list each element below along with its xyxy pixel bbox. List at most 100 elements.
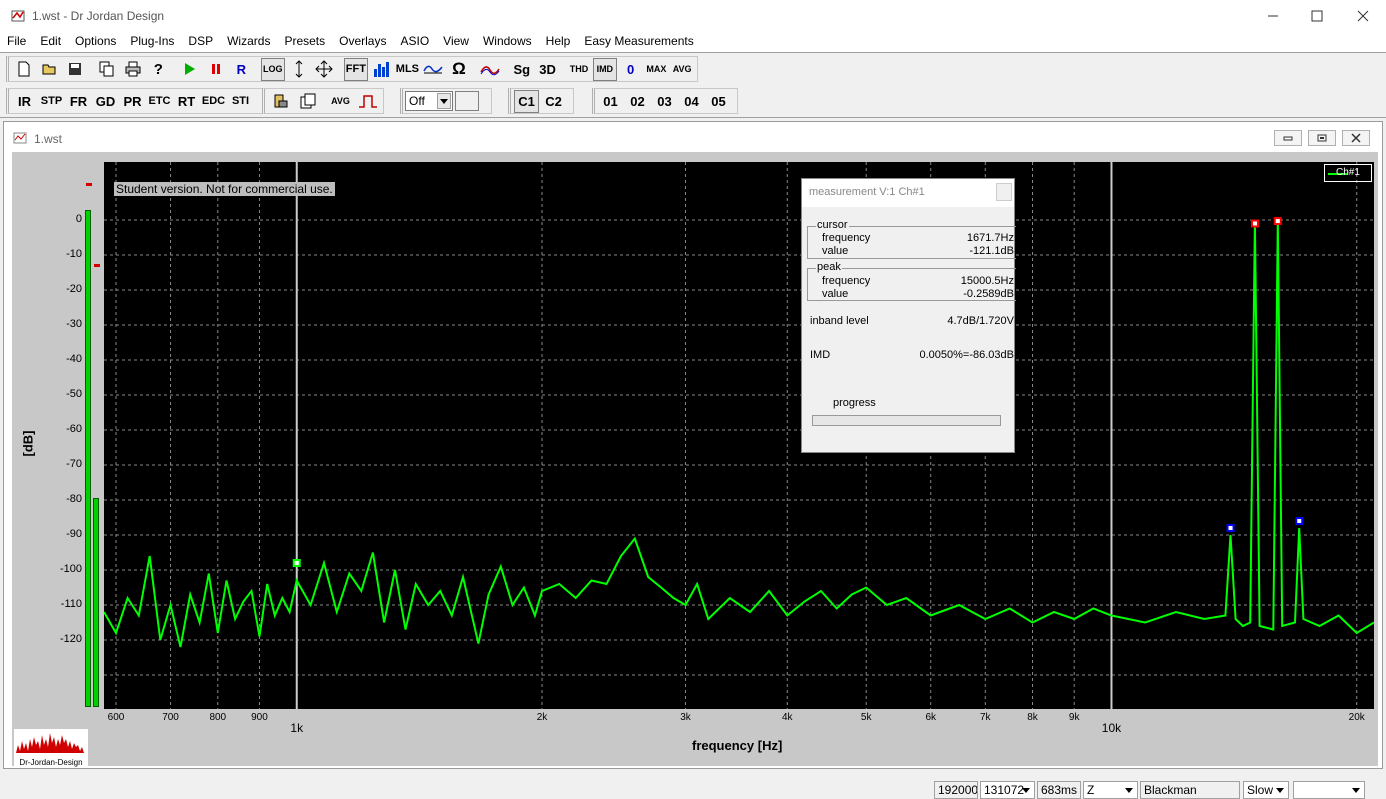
pan-button[interactable] [312, 58, 336, 81]
cursor-value: -121.1dB [969, 245, 1014, 257]
average-button[interactable]: AVG [328, 90, 353, 113]
windows-button[interactable] [295, 90, 320, 113]
pause-button[interactable] [204, 58, 228, 81]
y-tick-label: -40 [66, 353, 82, 365]
menu-dsp[interactable]: DSP [188, 32, 219, 52]
channel-1-button[interactable]: C1 [514, 89, 539, 113]
impedance-button[interactable]: Ω [447, 58, 471, 81]
windows-icon [300, 93, 315, 109]
inband-level-value: 4.7dB/1.720V [947, 315, 1014, 327]
chevron-down-icon [1273, 783, 1287, 797]
menu-easy-measurements[interactable]: Easy Measurements [584, 32, 699, 52]
ir-button[interactable]: IR [12, 90, 37, 113]
window-title: 1.wst - Dr Jordan Design [32, 9, 165, 23]
sti-button[interactable]: STI [228, 90, 253, 113]
imd-button[interactable]: IMD [592, 57, 617, 81]
gate-button[interactable] [355, 90, 380, 113]
maximize-button[interactable] [1294, 0, 1340, 32]
menu-wizards[interactable]: Wizards [227, 32, 276, 52]
app-icon [11, 10, 25, 22]
minimize-button[interactable] [1250, 0, 1296, 32]
cursor-value-label: value [822, 245, 849, 257]
x-tick-label: 7k [979, 712, 991, 723]
overlay-button[interactable] [478, 58, 502, 81]
extra-select[interactable] [1293, 781, 1365, 799]
bar-spectrum-icon [373, 62, 389, 77]
log-button[interactable]: LOG [260, 57, 285, 81]
fr-button[interactable]: FR [66, 90, 91, 113]
speed-select[interactable]: Slow [1243, 781, 1289, 799]
menu-edit[interactable]: Edit [40, 32, 67, 52]
spectrum-bars-button[interactable] [370, 58, 394, 81]
meter-peak-right [94, 264, 100, 267]
settings-button[interactable] [268, 90, 293, 113]
signal-generator-button[interactable]: Sg [510, 58, 534, 81]
menu-file[interactable]: File [7, 32, 32, 52]
copy-button[interactable] [95, 58, 119, 81]
max-button[interactable]: MAX [645, 58, 669, 81]
3d-button[interactable]: 3D [536, 58, 560, 81]
menu-presets[interactable]: Presets [284, 32, 331, 52]
measurement-title-bar: measurement V:1 Ch#1 [802, 179, 1014, 207]
preset-02-button[interactable]: 02 [625, 90, 650, 113]
open-button[interactable] [38, 58, 62, 81]
doc-close-button[interactable] [1342, 130, 1370, 146]
fft-size-select[interactable]: 131072 [980, 781, 1035, 799]
menu-overlays[interactable]: Overlays [339, 32, 392, 52]
x-tick-label: 6k [925, 712, 936, 723]
gd-button[interactable]: GD [93, 90, 118, 113]
help-button[interactable]: ? [146, 58, 170, 81]
spectrum-plot[interactable]: Student version. Not for commercial use.… [104, 162, 1374, 709]
vertical-zoom-button[interactable] [287, 58, 311, 81]
channel-2-button[interactable]: C2 [541, 90, 566, 113]
preset-01-button[interactable]: 01 [598, 90, 623, 113]
thd-button[interactable]: THD [567, 58, 591, 81]
new-file-button[interactable] [12, 58, 36, 81]
record-button[interactable]: R [229, 58, 253, 81]
close-icon [1351, 133, 1361, 143]
minimize-icon [1283, 136, 1293, 141]
menu-view[interactable]: View [443, 32, 475, 52]
off-select[interactable]: Off [405, 91, 453, 111]
menu-windows[interactable]: Windows [483, 32, 538, 52]
title-bar: 1.wst - Dr Jordan Design [0, 0, 1386, 32]
spectrum-trace [104, 220, 1374, 648]
weighting-select[interactable]: Z [1083, 781, 1138, 799]
menu-options[interactable]: Options [75, 32, 122, 52]
stp-button[interactable]: STP [39, 90, 64, 113]
x-tick-label: 20k [1348, 712, 1365, 723]
menu-help[interactable]: Help [546, 32, 577, 52]
preset-04-button[interactable]: 04 [679, 90, 704, 113]
cursor-frequency-value: 1671.7Hz [966, 232, 1014, 244]
edc-button[interactable]: EDC [201, 90, 226, 113]
pr-button[interactable]: PR [120, 90, 145, 113]
fft-button[interactable]: FFT [343, 57, 368, 81]
zero-button[interactable]: 0 [619, 58, 643, 81]
mls-button[interactable]: MLS [396, 58, 420, 81]
menu-asio[interactable]: ASIO [400, 32, 435, 52]
progress-bar [812, 415, 1001, 426]
preset-05-button[interactable]: 05 [706, 90, 731, 113]
y-tick-label: -100 [59, 563, 82, 575]
peak-value: -0.2589dB [963, 288, 1014, 300]
etc-button[interactable]: ETC [147, 90, 172, 113]
measurement-close-button[interactable] [996, 183, 1012, 201]
offset-value-box[interactable] [455, 91, 479, 111]
chevron-down-icon [437, 93, 451, 109]
offset-toolbar: Off [400, 88, 492, 114]
close-button[interactable] [1340, 0, 1386, 32]
doc-minimize-button[interactable] [1274, 130, 1302, 146]
wave-button[interactable] [421, 58, 445, 81]
print-button[interactable] [121, 58, 145, 81]
play-button[interactable] [178, 58, 202, 81]
menu-bar: File Edit Options Plug-Ins DSP Wizards P… [0, 32, 1386, 52]
menu-plug-ins[interactable]: Plug-Ins [130, 32, 180, 52]
spectrum-svg [104, 162, 1374, 709]
preset-03-button[interactable]: 03 [652, 90, 677, 113]
avg-button[interactable]: AVG [670, 58, 694, 81]
save-button[interactable] [64, 58, 88, 81]
rt-button[interactable]: RT [174, 90, 199, 113]
preset-toolbar: 01 02 03 04 05 [592, 88, 738, 114]
window-value: Blackman [1144, 783, 1197, 797]
doc-restore-button[interactable] [1308, 130, 1336, 146]
